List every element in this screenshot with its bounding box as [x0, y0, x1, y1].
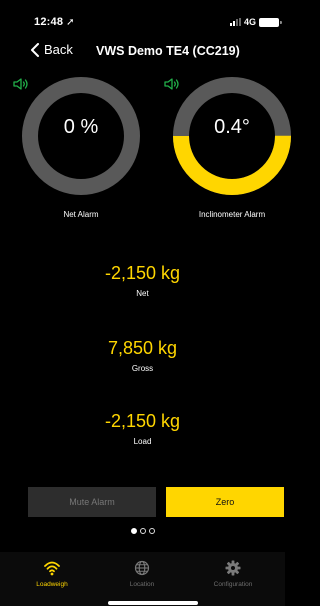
net-label: Net: [136, 289, 149, 298]
net-value: -2,150 kg: [104, 263, 181, 283]
page-dot[interactable]: [139, 528, 146, 534]
inclinometer-alarm-label: Inclinometer Alarm: [198, 210, 266, 219]
back-label: Back: [44, 42, 73, 57]
tab-label: Loadweigh: [36, 581, 68, 588]
load-reading: -2,150 kg Load: [0, 411, 285, 446]
inclinometer-alarm-gauge[interactable]: 0.4°: [164, 76, 292, 196]
home-indicator: [108, 601, 198, 605]
signal-icon: [229, 18, 241, 26]
page-title: VWS Demo TE4 (CC219): [96, 44, 240, 58]
load-label: Load: [133, 437, 152, 446]
network-label: 4G: [243, 17, 256, 27]
page-dot[interactable]: [130, 528, 137, 534]
speaker-on-icon[interactable]: [12, 76, 30, 92]
chevron-left-icon: [31, 42, 39, 57]
navigation-bar: Back VWS Demo TE4 (CC219): [0, 42, 285, 64]
net-alarm-value: 0 %: [63, 116, 99, 138]
clock-text: 12:48: [34, 16, 64, 28]
zero-button[interactable]: Zero: [166, 487, 284, 517]
net-alarm-label: Net Alarm: [63, 210, 99, 219]
globe-icon: [134, 560, 150, 576]
tab-label: Configuration: [213, 581, 253, 588]
gross-label: Gross: [131, 364, 154, 373]
gross-reading: 7,850 kg Gross: [0, 338, 285, 373]
tab-configuration[interactable]: Configuration: [193, 560, 273, 588]
tab-location[interactable]: Location: [102, 560, 182, 588]
back-button[interactable]: Back: [30, 42, 73, 57]
status-indicators: 4G: [229, 17, 282, 27]
gear-icon: [225, 560, 241, 576]
tab-bar: Loadweigh Location Configuration: [0, 552, 285, 606]
net-reading: -2,150 kg Net: [0, 263, 285, 298]
mute-alarm-button[interactable]: Mute Alarm: [28, 487, 156, 517]
location-arrow-icon: ➚: [66, 17, 75, 28]
status-bar: 12:48 ➚ 4G: [0, 0, 285, 40]
load-value: -2,150 kg: [104, 411, 181, 431]
tab-label: Location: [129, 581, 155, 588]
page-dot[interactable]: [148, 528, 155, 534]
wifi-icon: [44, 561, 60, 576]
battery-icon: [259, 17, 282, 27]
page-indicator[interactable]: [0, 528, 285, 534]
speaker-on-icon[interactable]: [163, 76, 181, 92]
tab-loadweigh[interactable]: Loadweigh: [12, 560, 92, 588]
status-time: 12:48 ➚: [34, 16, 75, 28]
gross-value: 7,850 kg: [107, 338, 178, 358]
net-alarm-gauge[interactable]: 0 %: [13, 76, 141, 196]
inclinometer-alarm-value: 0.4°: [214, 116, 250, 138]
